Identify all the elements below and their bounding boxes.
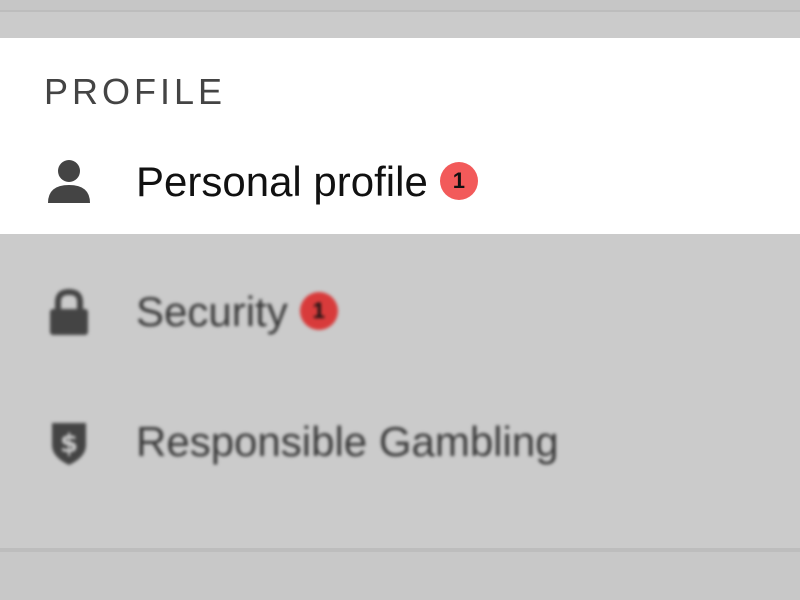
- lock-icon: [44, 287, 94, 337]
- menu-item-label: Responsible Gambling: [136, 418, 559, 465]
- profile-menu-screen: PROFILE Personal profile 1 Security 1 $ …: [0, 0, 800, 600]
- menu-item-security[interactable]: Security 1: [0, 272, 800, 352]
- menu-item-responsible-gambling[interactable]: $ Responsible Gambling: [0, 402, 800, 482]
- person-icon: [44, 157, 94, 207]
- shield-dollar-icon: $: [44, 417, 94, 467]
- notification-badge: 1: [299, 291, 338, 330]
- bottom-strip: [0, 552, 800, 600]
- menu-item-personal-profile[interactable]: Personal profile 1: [0, 142, 800, 222]
- svg-text:$: $: [60, 429, 78, 459]
- menu-item-label-wrap: Security 1: [136, 287, 338, 337]
- menu-item-label: Security: [136, 288, 288, 335]
- section-title-profile: PROFILE: [44, 71, 227, 112]
- notification-badge: 1: [439, 161, 478, 200]
- menu-item-label-wrap: Personal profile 1: [136, 157, 478, 207]
- top-divider-strip: [0, 0, 800, 12]
- menu-item-label: Personal profile: [136, 158, 428, 205]
